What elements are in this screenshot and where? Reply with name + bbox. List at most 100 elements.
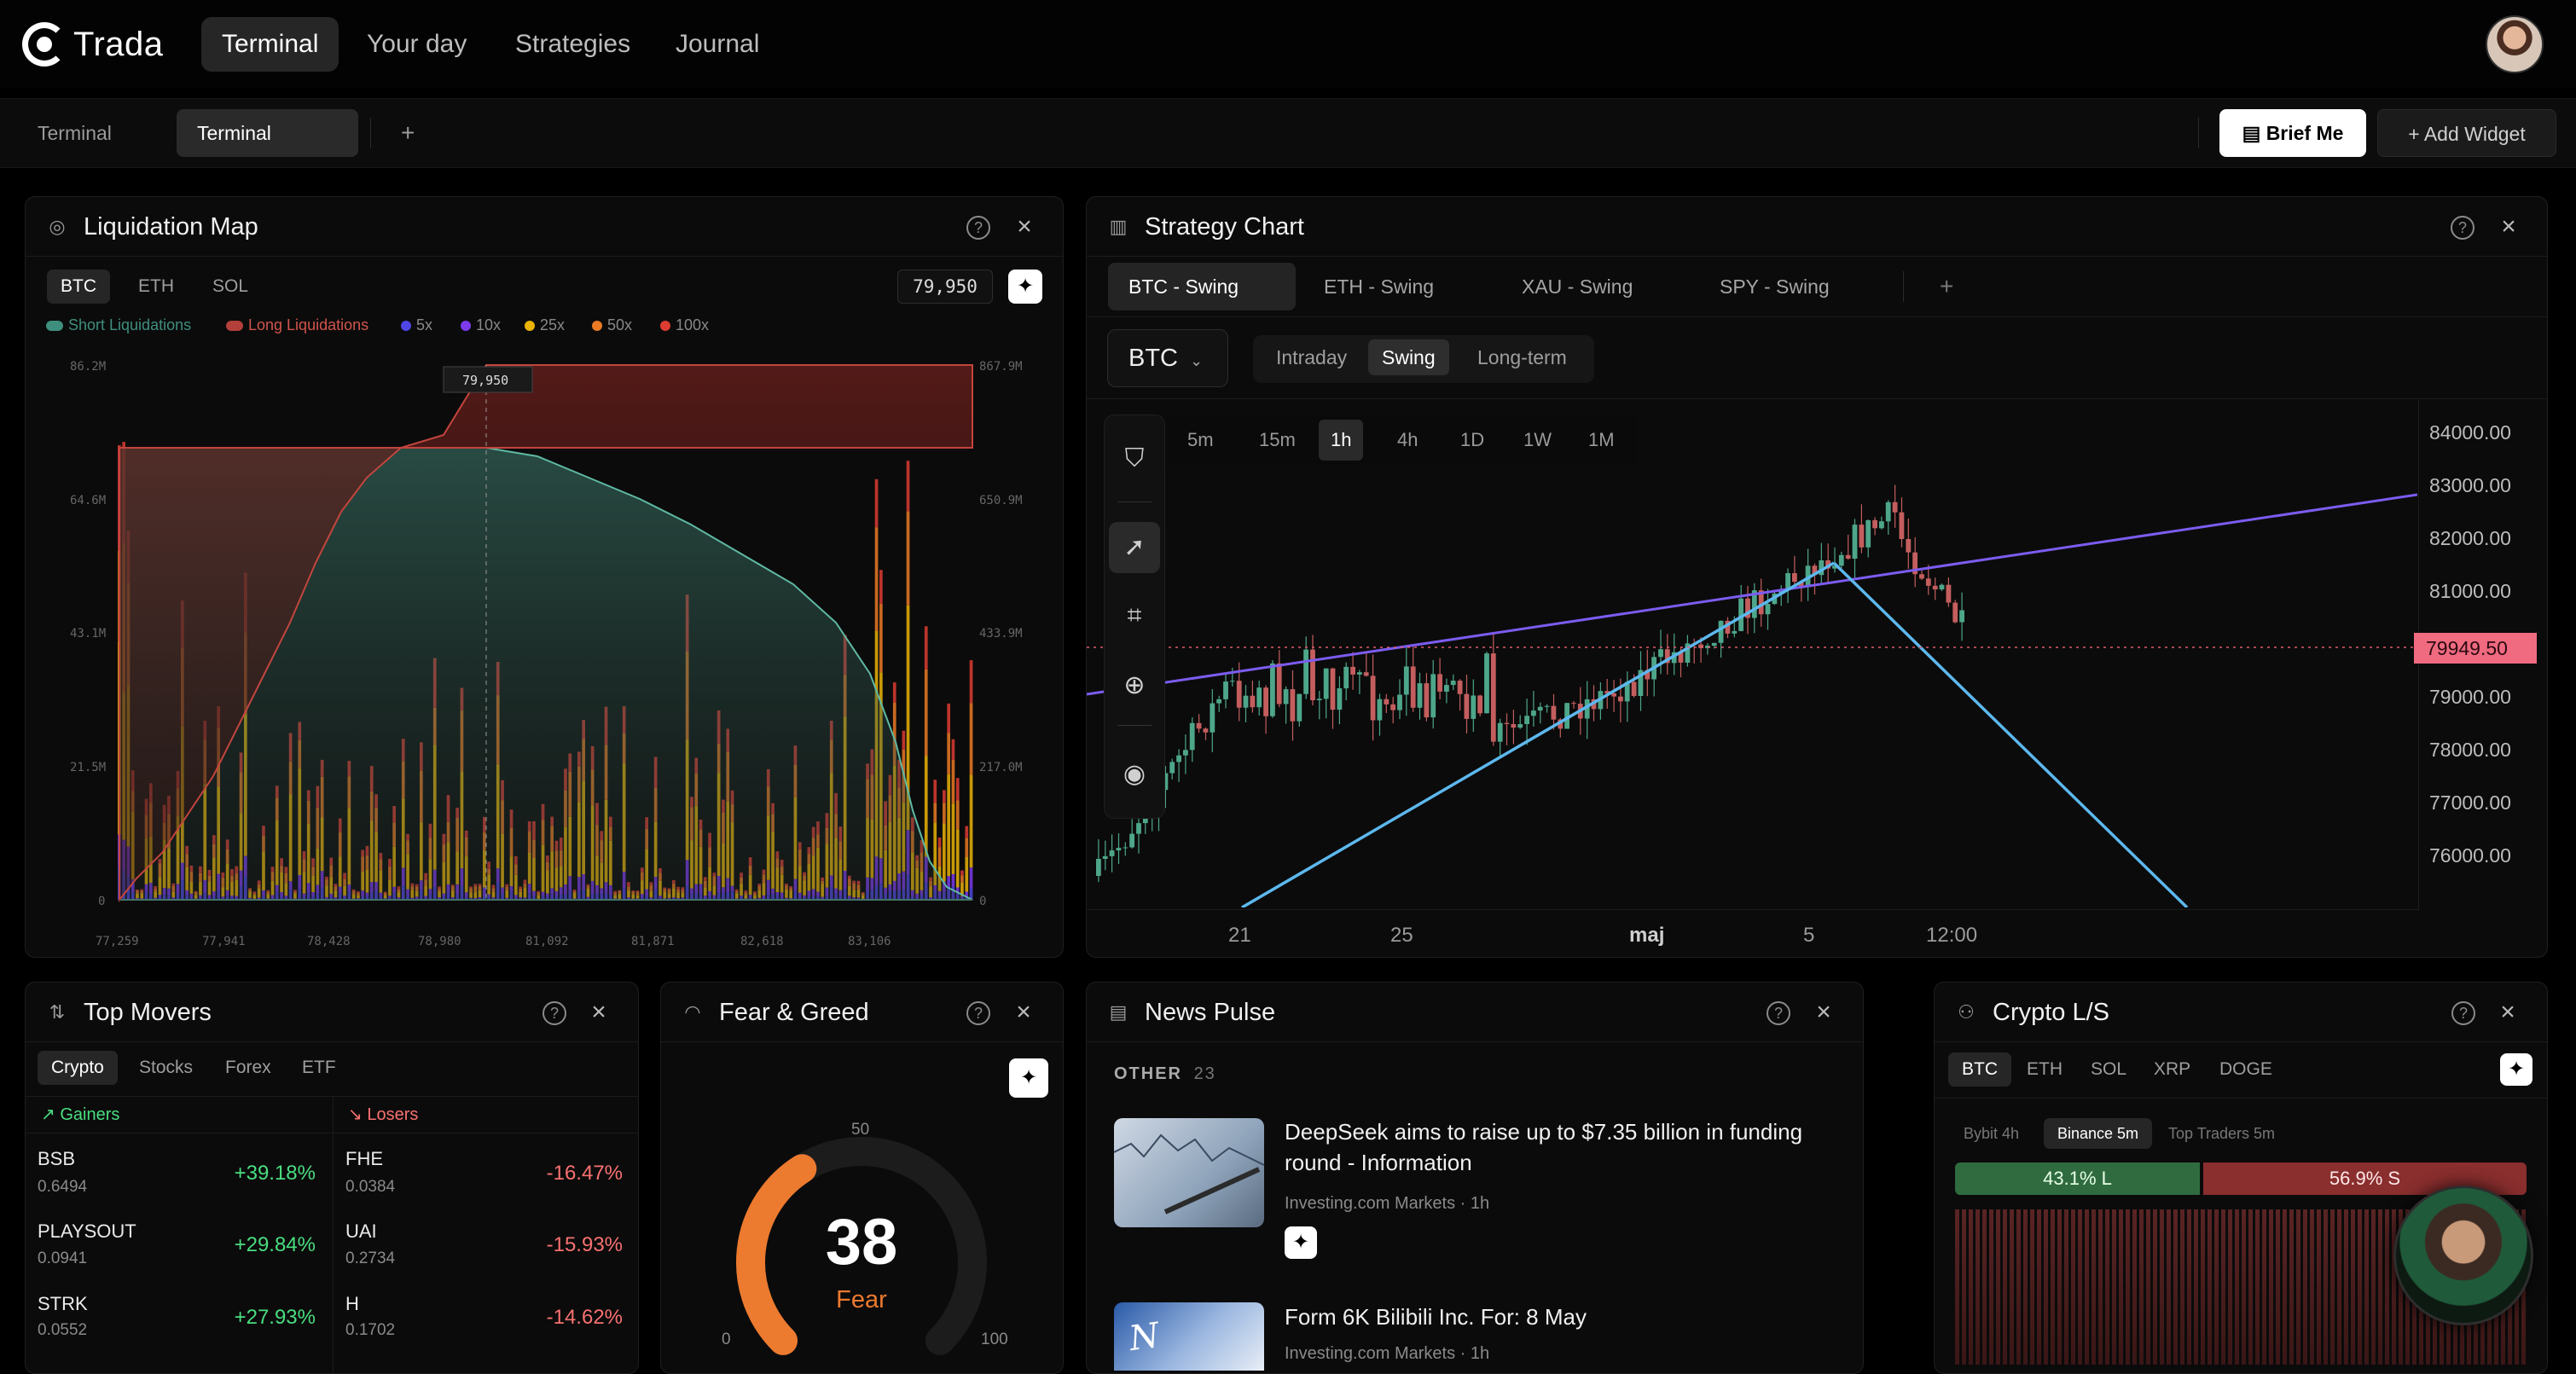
news-thumbnail[interactable] <box>1114 1118 1264 1227</box>
news-headline[interactable]: Form 6K Bilibili Inc. For: 8 May <box>1285 1302 1848 1332</box>
strategy-tab-xau[interactable]: XAU - Swing <box>1501 263 1653 310</box>
add-workspace-tab-button[interactable]: + <box>380 109 435 157</box>
ls-history-bar <box>2296 1209 2300 1365</box>
movers-tab-crypto[interactable]: Crypto <box>38 1051 118 1085</box>
candle-body <box>1940 585 1945 589</box>
close-icon[interactable]: × <box>2496 212 2521 241</box>
assistant-avatar[interactable] <box>2393 1186 2533 1325</box>
strategy-tab-spy[interactable]: SPY - Swing <box>1699 263 1850 310</box>
help-icon[interactable]: ? <box>966 1001 990 1025</box>
loser-name[interactable]: FHE <box>345 1148 383 1170</box>
mode-swing[interactable]: Swing <box>1368 339 1449 375</box>
asset-sol[interactable]: SOL <box>199 270 262 304</box>
candle-body <box>1531 710 1536 716</box>
asset-eth[interactable]: ETH <box>125 270 188 304</box>
ai-sparkle-button[interactable]: ✦ <box>1009 1058 1048 1098</box>
nav-your-day[interactable]: Your day <box>346 17 487 72</box>
candle-body <box>1136 823 1141 834</box>
ai-sparkle-button[interactable]: ✦ <box>1008 270 1042 304</box>
nav-strategies[interactable]: Strategies <box>495 17 651 72</box>
gainer-name[interactable]: STRK <box>38 1293 88 1315</box>
logo[interactable]: Trada <box>22 19 164 70</box>
plus-icon: + <box>2408 123 2424 145</box>
target-icon: ◎ <box>46 216 68 238</box>
workspace-tab-1[interactable]: Terminal <box>17 109 132 157</box>
shield-check-icon[interactable]: ⛉ <box>1109 433 1160 484</box>
legend-long: Long Liquidations <box>226 316 368 334</box>
close-icon[interactable]: × <box>1011 998 1036 1027</box>
add-strategy-tab-button[interactable]: + <box>1919 263 1974 310</box>
ai-sparkle-button[interactable]: ✦ <box>2500 1053 2532 1086</box>
movers-tab-forex[interactable]: Forex <box>212 1051 285 1085</box>
ls-asset-eth[interactable]: ETH <box>2013 1052 2076 1087</box>
help-icon[interactable]: ? <box>542 1001 566 1025</box>
nav-terminal[interactable]: Terminal <box>201 17 339 72</box>
ls-asset-sol[interactable]: SOL <box>2077 1052 2140 1087</box>
movers-tab-etf[interactable]: ETF <box>288 1051 350 1085</box>
news-headline[interactable]: DeepSeek aims to raise up to $7.35 billi… <box>1285 1116 1848 1178</box>
price-chart[interactable] <box>1087 398 2417 907</box>
trendline-blue-up[interactable] <box>1242 563 1834 907</box>
panel-header: ⇅ Top Movers ? × <box>26 983 638 1042</box>
strategy-tab-eth[interactable]: ETH - Swing <box>1303 263 1454 310</box>
add-widget-button[interactable]: + Add Widget <box>2377 109 2556 157</box>
loser-name[interactable]: H <box>345 1293 359 1315</box>
mode-intraday[interactable]: Intraday <box>1262 339 1361 375</box>
legend-50x: 50x <box>592 316 632 334</box>
source-binance-5m[interactable]: Binance 5m <box>2044 1118 2152 1149</box>
trendline-blue-down[interactable] <box>1834 563 2187 907</box>
close-icon[interactable]: × <box>1012 212 1037 241</box>
help-icon[interactable]: ? <box>966 216 990 240</box>
timeframe-5m[interactable]: 5m <box>1175 420 1226 461</box>
ls-asset-xrp[interactable]: XRP <box>2140 1052 2204 1087</box>
asset-btc[interactable]: BTC <box>47 270 110 304</box>
help-icon[interactable]: ? <box>1767 1001 1790 1025</box>
mode-long-term[interactable]: Long-term <box>1464 339 1581 375</box>
panel-title: News Pulse <box>1145 983 1275 1042</box>
loser-name[interactable]: UAI <box>345 1220 377 1243</box>
news-thumbnail[interactable]: N <box>1114 1302 1264 1371</box>
liquidation-chart[interactable]: 79,950 <box>26 350 1063 955</box>
trendline-purple[interactable] <box>1087 495 2417 694</box>
strategy-tab-btc[interactable]: BTC - Swing <box>1108 263 1296 310</box>
user-avatar[interactable] <box>2486 15 2544 73</box>
logo-icon <box>22 22 67 67</box>
ls-history-bar <box>2126 1209 2130 1365</box>
timeframe-1d[interactable]: 1D <box>1448 420 1496 461</box>
trending-up-icon: ↗ <box>41 1105 60 1124</box>
candle-body <box>1317 699 1322 700</box>
price-input[interactable]: 79,950 <box>897 270 993 304</box>
zoom-in-icon[interactable]: ⊕ <box>1109 660 1160 711</box>
liquidation-bar-segment <box>925 756 928 857</box>
timeframe-1w[interactable]: 1W <box>1511 420 1564 461</box>
close-icon[interactable]: × <box>1811 998 1836 1027</box>
gainer-name[interactable]: BSB <box>38 1148 75 1170</box>
ls-asset-btc[interactable]: BTC <box>1948 1052 2011 1087</box>
ai-sparkle-button[interactable]: ✦ <box>1285 1226 1317 1259</box>
help-icon[interactable]: ? <box>2451 1001 2475 1025</box>
asset-select[interactable]: BTC⌄ <box>1107 329 1228 387</box>
help-icon[interactable]: ? <box>2451 216 2474 240</box>
timeframe-1h[interactable]: 1h <box>1319 420 1363 461</box>
movers-tab-stocks[interactable]: Stocks <box>125 1051 206 1085</box>
cursor-arrow-icon[interactable]: ➚ <box>1109 522 1160 573</box>
brief-me-label: Brief Me <box>2266 122 2344 144</box>
timeframe-1m[interactable]: 1M <box>1576 420 1627 461</box>
timeframe-15m[interactable]: 15m <box>1247 420 1308 461</box>
gainer-name[interactable]: PLAYSOUT <box>38 1220 136 1243</box>
source-bybit-4h[interactable]: Bybit 4h <box>1950 1118 2033 1149</box>
liquidation-bar-segment <box>970 867 973 888</box>
brief-me-button[interactable]: ▤ Brief Me <box>2219 109 2366 157</box>
workspace-tab-2[interactable]: Terminal <box>177 109 358 157</box>
candle-body <box>1879 521 1884 528</box>
ruler-icon[interactable]: ⌗ <box>1109 590 1160 641</box>
source-top-traders-5m[interactable]: Top Traders 5m <box>2155 1118 2289 1149</box>
candle-body <box>1477 696 1482 714</box>
nav-journal[interactable]: Journal <box>655 17 780 72</box>
ls-asset-doge[interactable]: DOGE <box>2206 1052 2286 1087</box>
close-icon[interactable]: × <box>586 998 612 1027</box>
eye-icon[interactable]: ◉ <box>1109 749 1160 800</box>
candle-body <box>1959 611 1964 623</box>
close-icon[interactable]: × <box>2495 998 2521 1027</box>
timeframe-4h[interactable]: 4h <box>1385 420 1430 461</box>
